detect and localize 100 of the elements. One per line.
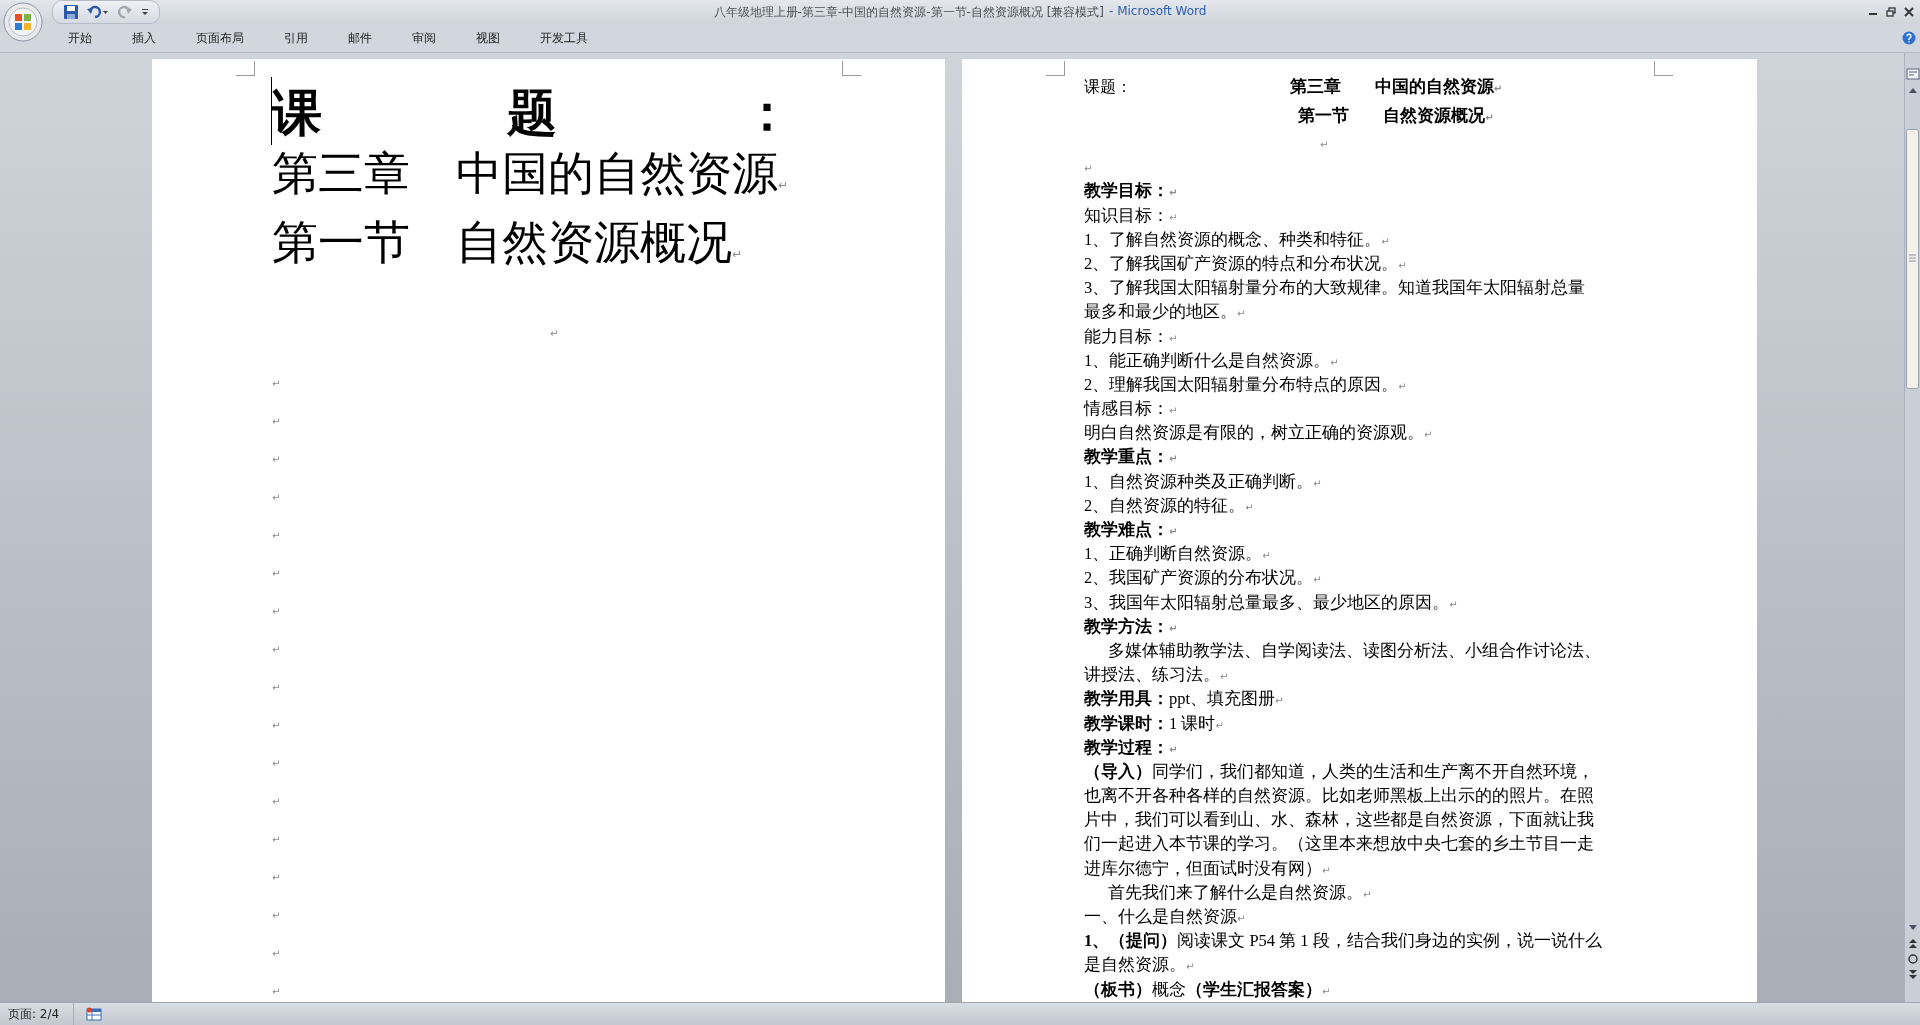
ribbon-tab[interactable]: 页面布局 (186, 25, 254, 51)
paragraph-mark: ↵ (272, 758, 281, 769)
paragraph-mark: ↵ (272, 796, 281, 807)
heading-text: 教学目标： (1084, 181, 1169, 201)
text-caret (271, 77, 272, 145)
title-text: 第一节 自然资源概况 (272, 217, 732, 268)
paragraph-mark: ↵ (778, 178, 789, 192)
browse-object-icon[interactable] (1906, 953, 1919, 965)
paragraph-mark: ↵ (272, 644, 281, 655)
page-indicator[interactable]: 页面: 2/4 (0, 1003, 75, 1025)
paragraph-mark: ↵ (1237, 913, 1246, 924)
body-text: 2、理解我国太阳辐射量分布特点的原因。 (1084, 374, 1399, 394)
paragraph-mark: ↵ (272, 948, 281, 959)
window-title: 八年级地理上册-第三章-中国的自然资源-第一节-自然资源概况 [兼容模式] (713, 3, 1105, 21)
paragraph-mark: ↵ (272, 492, 281, 503)
body-text: 首先我们来了解什么是自然资源。 (1108, 882, 1363, 902)
body-text: 2、我国矿产资源的分布状况。 (1084, 568, 1314, 588)
scroll-thumb[interactable] (1906, 129, 1919, 389)
paragraph-mark: ↵ (1220, 671, 1229, 683)
body-text: 1、了解自然资源的概念、种类和特征。 (1084, 229, 1382, 249)
paragraph-mark: ↵ (272, 416, 281, 427)
paragraph-mark: ↵ (1363, 888, 1372, 900)
paragraph-mark: ↵ (272, 568, 281, 579)
body-text: 是自然资源。 (1084, 955, 1186, 975)
body-text: 知识目标： (1084, 205, 1169, 225)
paragraph-mark: ↵ (1330, 356, 1339, 368)
body-text: 情感目标： (1084, 399, 1169, 419)
paragraph-mark: ↵ (1186, 961, 1195, 973)
vertical-scrollbar[interactable] (1904, 53, 1920, 1002)
body-text: 3、我国年太阳辐射总量最多、最少地区的原因。 (1084, 592, 1450, 612)
title-text: 第一节 自然资源概况 (1298, 106, 1486, 125)
paragraph-mark: ↵ (1169, 743, 1178, 755)
paragraph-mark: ↵ (1313, 477, 1322, 489)
paragraph-mark: ↵ (1245, 501, 1254, 513)
paragraph-mark: ↵ (1262, 550, 1271, 562)
ribbon-tab[interactable]: 引用 (274, 25, 318, 51)
body-text: （导入）同学们，我们都知道，人类的生活和生产离不开自然环境， (1084, 761, 1594, 781)
paragraph-mark: ↵ (1169, 526, 1178, 537)
paragraph-mark: ↵ (732, 247, 743, 261)
paragraph-mark: ↵ (1215, 719, 1224, 731)
paragraph-mark: ↵ (1169, 405, 1178, 417)
help-icon[interactable] (1902, 31, 1916, 45)
ribbon-tab[interactable]: 插入 (122, 25, 166, 51)
paragraph-mark: ↵ (1084, 163, 1093, 175)
heading-text: 教学方法： (1084, 616, 1169, 636)
body-text: 能力目标： (1084, 326, 1169, 346)
heading-text: 教学难点： (1084, 520, 1169, 539)
body-text: 1、自然资源种类及正确判断。 (1084, 471, 1314, 491)
body-text: 明白自然资源是有限的，树立正确的资源观。 (1084, 423, 1424, 443)
paragraph-mark: ↵ (550, 328, 559, 339)
page-corner-mark (1046, 61, 1065, 76)
paragraph-mark: ↵ (1169, 453, 1178, 465)
body-text: 3、了解我国太阳辐射量分布的大致规律。知道我国年太阳辐射总量 (1084, 278, 1586, 298)
body-text: 一、什么是自然资源 (1084, 907, 1237, 926)
paragraph-mark: ↵ (272, 378, 281, 389)
paragraph-mark: ↵ (1485, 112, 1494, 123)
paragraph-mark: ↵ (1493, 83, 1503, 94)
paragraph-mark: ↵ (1169, 211, 1178, 223)
paragraph-mark: ↵ (1169, 332, 1178, 344)
body-text: 2、了解我国矿产资源的特点和分布状况。 (1084, 253, 1399, 273)
body-text: 们一起进入本节课的学习。（这里本来想放中央七套的乡土节目一走 (1084, 834, 1594, 854)
paragraph-mark: ↵ (272, 530, 281, 541)
close-icon[interactable] (1904, 7, 1914, 17)
heading-text: 教学重点： (1084, 447, 1169, 467)
paragraph-mark: ↵ (1381, 235, 1390, 247)
paragraph-mark: ↵ (272, 834, 281, 845)
page-corner-mark (236, 61, 255, 76)
body-text: 进库尔德宁，但面试时没有网） (1084, 858, 1322, 878)
save-icon[interactable] (63, 4, 79, 20)
paragraph-mark: ↵ (1313, 574, 1322, 586)
paragraph-mark: ↵ (1322, 985, 1331, 997)
heading-text: 教学过程： (1084, 737, 1169, 757)
body-text: 1、正确判断自然资源。 (1084, 544, 1263, 564)
paragraph-mark: ↵ (1320, 139, 1329, 150)
restore-icon[interactable] (1886, 7, 1896, 17)
body-text: 2、自然资源的特征。 (1084, 495, 1246, 515)
ribbon-tab[interactable]: 开发工具 (530, 25, 598, 51)
body-text: 多媒体辅助教学法、自学阅读法、读图分析法、小组合作讨论法、 (1108, 640, 1601, 660)
undo-icon[interactable] (87, 4, 109, 20)
ribbon-tab[interactable]: 审阅 (402, 25, 446, 51)
ribbon-tab[interactable]: 视图 (466, 25, 510, 51)
paragraph-mark: ↵ (272, 986, 281, 997)
paragraph-mark: ↵ (272, 872, 281, 883)
body-text: 教学用具：ppt、填充图册 (1084, 689, 1276, 709)
ribbon-tab[interactable]: 邮件 (338, 25, 382, 51)
body-text: 讲授法、练习法。 (1084, 665, 1220, 685)
paragraph-mark: ↵ (272, 454, 281, 465)
label-text: 课题： (1084, 77, 1133, 97)
paragraph-mark: ↵ (1449, 598, 1458, 610)
ruler-icon[interactable] (1905, 67, 1920, 81)
title-text: 第三章 中国的自然资源 (1289, 77, 1494, 96)
paragraph-mark: ↵ (272, 910, 281, 921)
paragraph-mark: ↵ (1398, 259, 1407, 271)
app-name: - Microsoft Word (1109, 3, 1207, 20)
body-text: 最多和最少的地区。 (1084, 302, 1237, 322)
ribbon-tab[interactable]: 开始 (58, 25, 102, 51)
body-text: 教学课时：1 课时 (1084, 713, 1216, 733)
paragraph-mark: ↵ (1322, 864, 1331, 876)
table-icon[interactable] (86, 1007, 103, 1021)
paragraph-mark: ↵ (1237, 308, 1246, 320)
